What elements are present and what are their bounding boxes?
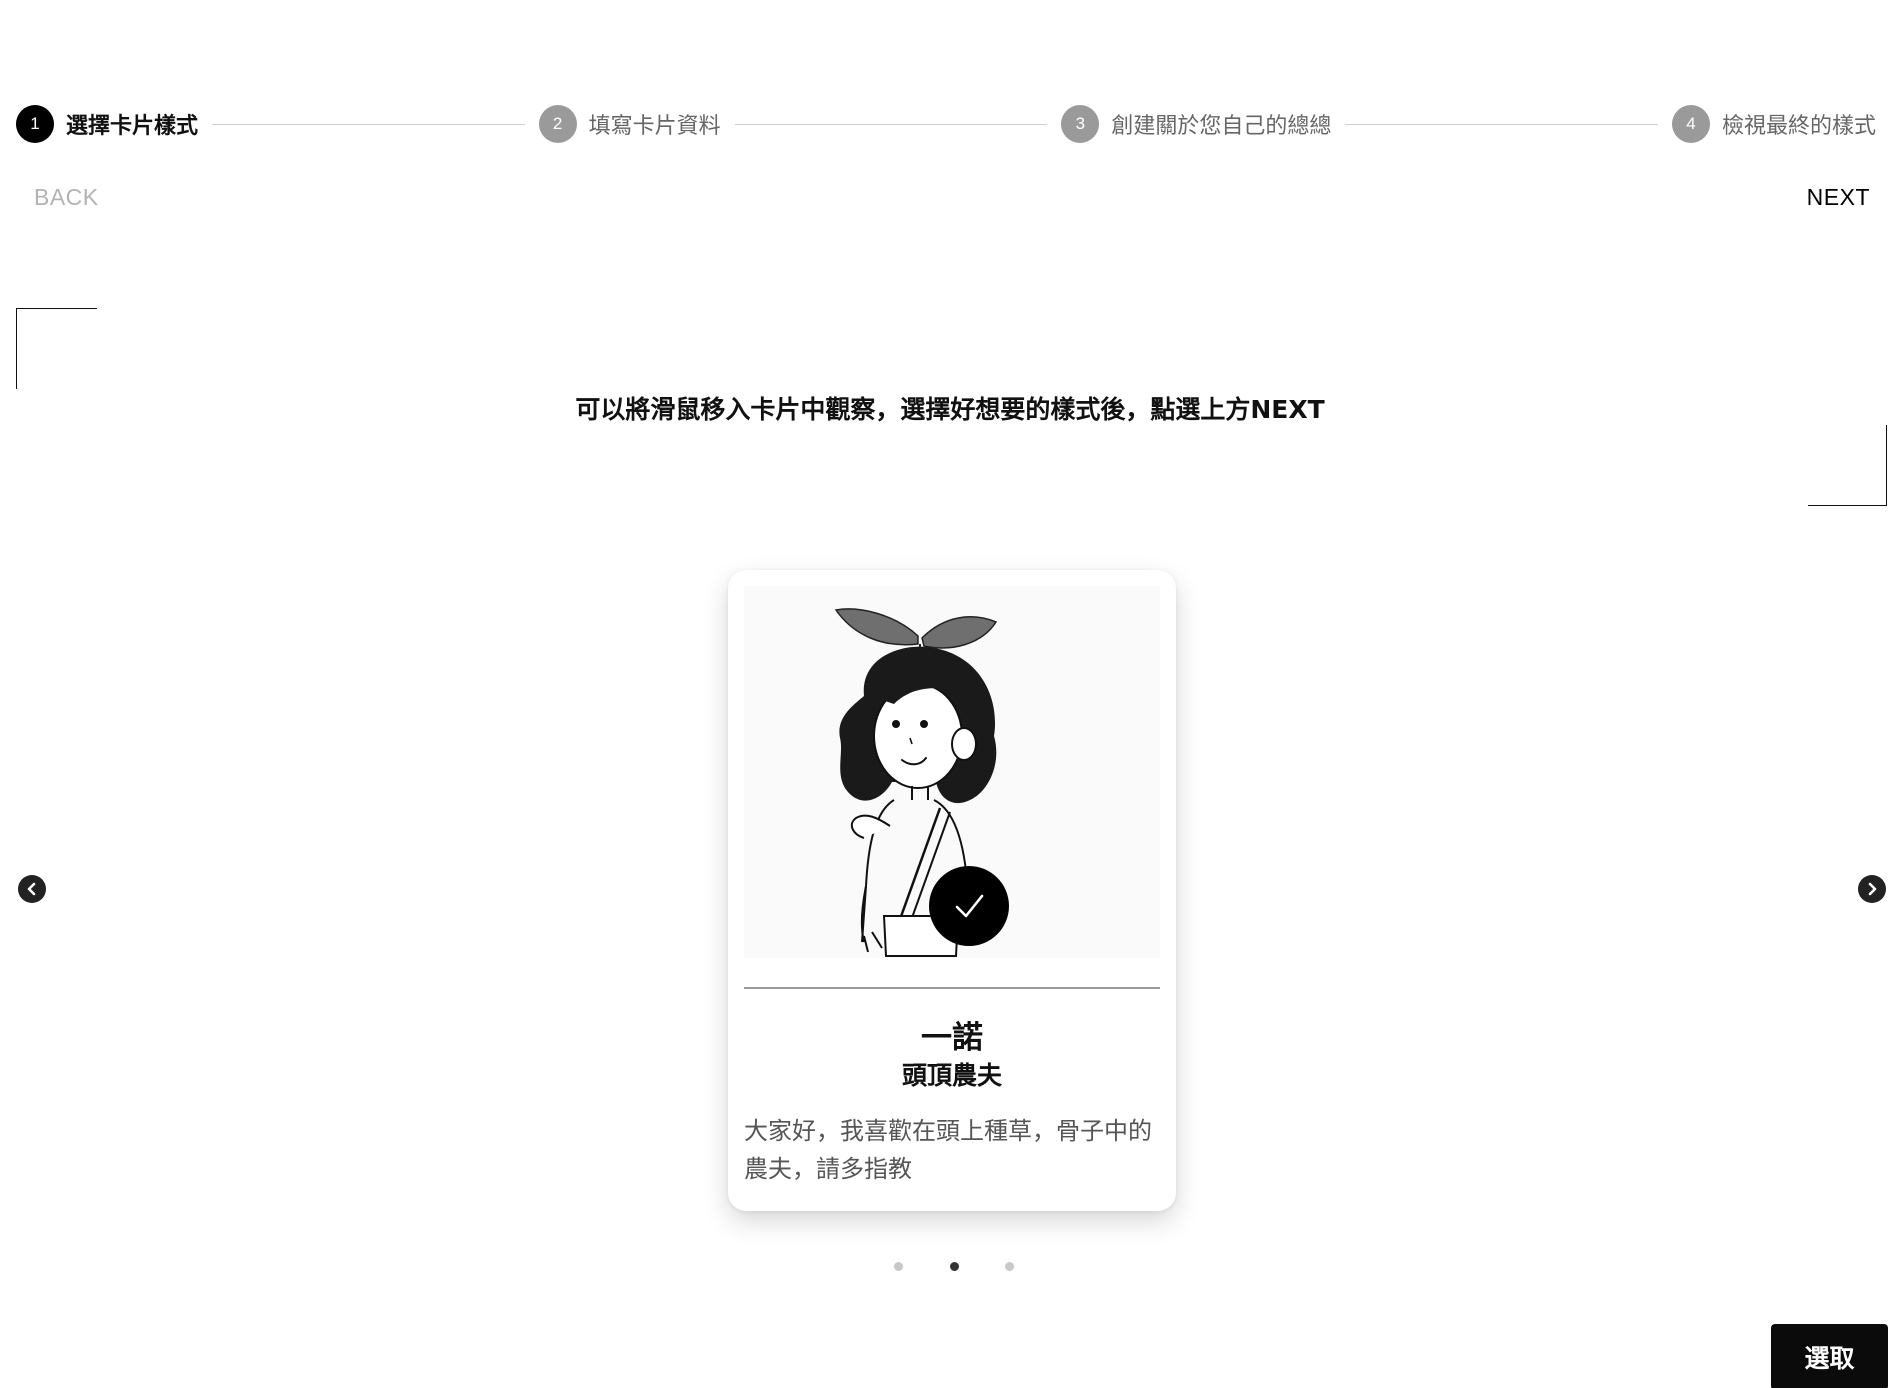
stepper: 1 選擇卡片樣式 2 填寫卡片資料 3 創建關於您自己的總總 4 檢視最終的樣式 (16, 104, 1876, 144)
card-description: 大家好，我喜歡在頭上種草，骨子中的農夫，請多指教 (744, 1117, 1152, 1183)
card-name: 一諾 (921, 1020, 983, 1056)
profile-card[interactable]: 一諾 頭頂農夫 大家好，我喜歡在頭上種草，骨子中的農夫，請多指教 (728, 570, 1176, 1211)
card-image (744, 586, 1160, 958)
selected-check-badge (929, 866, 1009, 946)
step-4[interactable]: 4 檢視最終的樣式 (1671, 105, 1876, 143)
carousel-dot-active[interactable] (949, 1262, 959, 1271)
instruction-text: 可以將滑鼠移入卡片中觀察，選擇好想要的樣式後，點選上方NEXT (575, 395, 1325, 424)
step-number: 1 (16, 105, 54, 143)
corner-bracket-bottom-right (1808, 425, 1887, 506)
step-label: 填寫卡片資料 (588, 114, 721, 139)
back-button[interactable]: BACK (34, 184, 99, 211)
page: 1 選擇卡片樣式 2 填寫卡片資料 3 創建關於您自己的總總 4 檢視最終的樣式… (0, 0, 1890, 1388)
step-connector (1345, 123, 1658, 125)
step-3[interactable]: 3 創建關於您自己的總總 (1061, 105, 1331, 143)
carousel-next-button[interactable] (1858, 875, 1886, 903)
corner-bracket-top-left (16, 308, 97, 389)
step-label: 創建關於您自己的總總 (1111, 114, 1332, 139)
step-connector (212, 123, 525, 125)
step-label: 檢視最終的樣式 (1721, 114, 1876, 139)
chevron-right-icon (1868, 882, 1877, 896)
check-icon (955, 894, 984, 918)
card-title: 頭頂農夫 (901, 1061, 1002, 1090)
select-button[interactable]: 選取 (1771, 1324, 1888, 1388)
step-1[interactable]: 1 選擇卡片樣式 (16, 105, 198, 143)
step-number: 4 (1671, 105, 1710, 143)
step-label: 選擇卡片樣式 (66, 114, 199, 139)
next-button[interactable]: NEXT (1807, 184, 1870, 211)
carousel-dot[interactable] (894, 1262, 903, 1271)
card-divider (744, 987, 1160, 989)
carousel-prev-button[interactable] (18, 875, 46, 903)
step-connector (734, 123, 1048, 125)
step-number: 2 (538, 105, 577, 143)
step-2[interactable]: 2 填寫卡片資料 (538, 105, 721, 143)
carousel-dots (894, 1262, 1014, 1274)
chevron-left-icon (27, 882, 36, 896)
step-number: 3 (1061, 105, 1100, 143)
carousel-dot[interactable] (1005, 1262, 1014, 1271)
